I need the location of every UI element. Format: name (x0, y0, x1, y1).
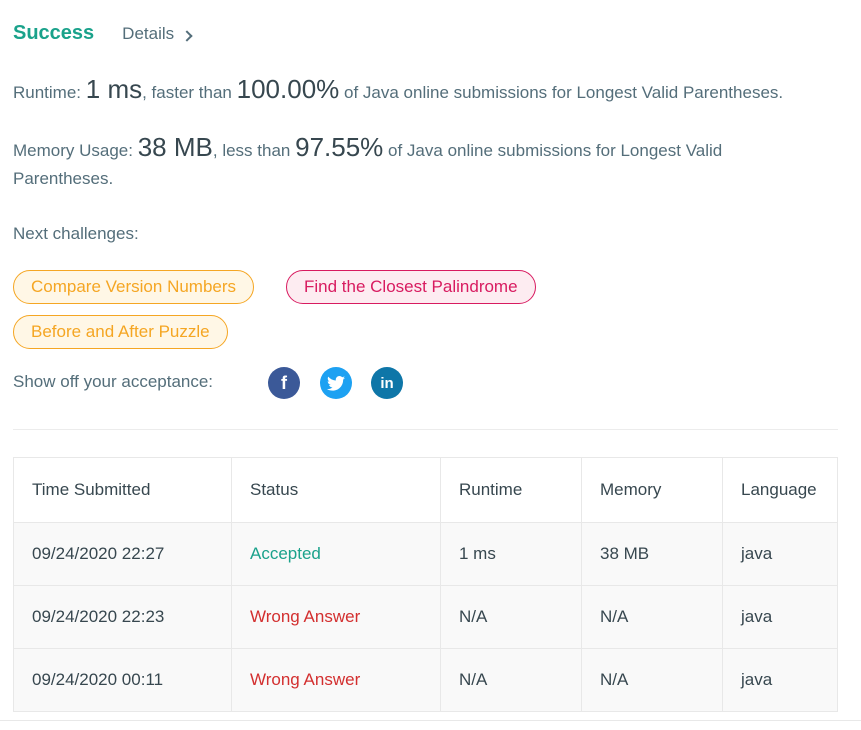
cell-runtime: N/A (440, 585, 582, 649)
cell-runtime: 1 ms (440, 522, 582, 586)
share-label: Show off your acceptance: (13, 372, 214, 391)
result-status: Success (13, 22, 95, 44)
runtime-tail: of Java online submissions for Longest V… (344, 83, 784, 102)
details-label[interactable]: Details (122, 24, 174, 43)
challenge-chip-compare-version-numbers[interactable]: Compare Version Numbers (13, 270, 255, 304)
cell-status-link[interactable]: Accepted (231, 522, 441, 586)
memory-label: Memory Usage: (13, 141, 133, 160)
table-row[interactable]: 09/24/2020 22:27 Accepted 1 ms 38 MB jav… (13, 522, 838, 586)
col-time-submitted[interactable]: Time Submitted (13, 457, 232, 523)
cell-status-link[interactable]: Wrong Answer (231, 648, 441, 712)
chevron-right-icon (181, 29, 193, 42)
col-status[interactable]: Status (231, 457, 441, 523)
cell-time: 09/24/2020 22:23 (13, 585, 232, 649)
runtime-compare: , faster than (142, 83, 232, 102)
facebook-icon[interactable]: f (268, 367, 300, 399)
divider (13, 429, 838, 430)
memory-value: 38 MB (137, 132, 213, 162)
runtime-summary: Runtime: 1 ms, faster than 100.00% of Ja… (13, 75, 783, 107)
cell-runtime: N/A (440, 648, 582, 712)
cell-language: java (722, 585, 838, 649)
cell-language: java (722, 648, 838, 712)
cell-time: 09/24/2020 00:11 (13, 648, 232, 712)
cell-memory: N/A (581, 585, 723, 649)
cell-memory: 38 MB (581, 522, 723, 586)
cell-language: java (722, 522, 838, 586)
memory-compare: , less than (212, 141, 291, 160)
cell-memory: N/A (581, 648, 723, 712)
runtime-value: 1 ms (85, 74, 143, 104)
linkedin-icon[interactable]: in (371, 367, 403, 399)
memory-percent: 97.55% (295, 132, 384, 162)
submissions-table: Time Submitted Status Runtime Memory Lan… (13, 457, 838, 712)
cell-time: 09/24/2020 22:27 (13, 522, 232, 586)
table-header-row: Time Submitted Status Runtime Memory Lan… (13, 457, 838, 523)
col-language[interactable]: Language (722, 457, 838, 523)
runtime-percent: 100.00% (236, 74, 340, 104)
memory-summary: Memory Usage: 38 MB, less than 97.55% of… (13, 133, 813, 193)
challenge-chip-find-closest-palindrome[interactable]: Find the Closest Palindrome (286, 270, 536, 304)
challenge-chip-before-and-after-puzzle[interactable]: Before and After Puzzle (13, 315, 228, 349)
result-header: Success Details (13, 22, 193, 45)
col-runtime[interactable]: Runtime (440, 457, 582, 523)
details-link[interactable]: Details (122, 24, 193, 44)
runtime-label: Runtime: (13, 83, 82, 102)
cell-status-link[interactable]: Wrong Answer (231, 585, 441, 649)
table-row[interactable]: 09/24/2020 00:11 Wrong Answer N/A N/A ja… (13, 648, 838, 712)
table-row[interactable]: 09/24/2020 22:23 Wrong Answer N/A N/A ja… (13, 585, 838, 649)
twitter-icon[interactable] (320, 367, 352, 399)
next-challenges-label: Next challenges: (13, 224, 139, 243)
col-memory[interactable]: Memory (581, 457, 723, 523)
